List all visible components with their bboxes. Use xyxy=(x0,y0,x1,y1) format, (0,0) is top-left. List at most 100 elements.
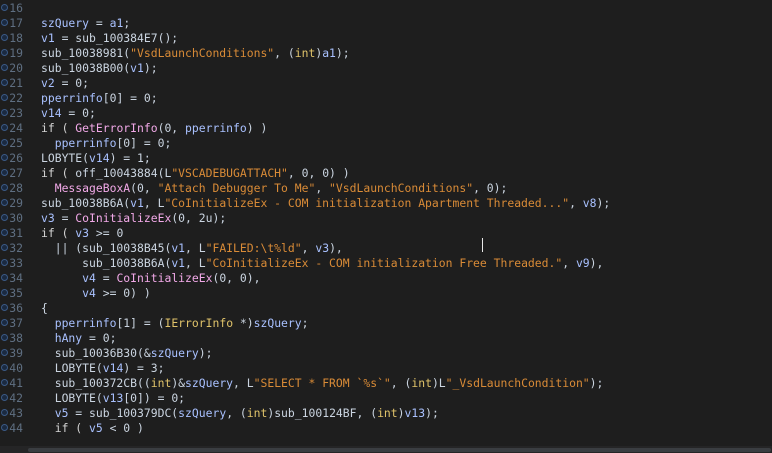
code-line[interactable]: 27 if ( off_10043884(L"VSCADEBUGATTACH", … xyxy=(0,166,772,181)
code-text: if ( v5 < 0 ) xyxy=(41,421,144,436)
code-text: hAny = 0; xyxy=(41,331,117,346)
code-token: , L xyxy=(143,196,165,210)
code-token: >= 0) ) xyxy=(95,286,151,300)
code-token: v1 xyxy=(130,61,144,75)
code-token: LOBYTE( xyxy=(41,391,103,405)
code-token: ; xyxy=(301,316,309,330)
line-number: 16 xyxy=(9,1,23,15)
code-line[interactable]: 37 pperrinfo[1] = (IErrorInfo *)szQuery; xyxy=(0,316,772,331)
code-token: ); xyxy=(596,196,611,210)
horizontal-scrollbar[interactable] xyxy=(0,446,772,453)
code-line[interactable]: 39 sub_10036B30(&szQuery); xyxy=(0,346,772,361)
code-token: CoInitializeEx xyxy=(116,271,213,285)
code-text: { xyxy=(41,301,48,316)
line-number: 27 xyxy=(9,166,23,180)
code-line[interactable]: 25 pperrinfo[0] = 0; xyxy=(0,136,772,151)
code-token: sub_10038B00( xyxy=(41,61,131,75)
code-token: , L xyxy=(185,256,206,270)
code-line[interactable]: 35 v4 >= 0) ) xyxy=(0,286,772,301)
code-line[interactable]: 31 if ( v3 >= 0 xyxy=(0,226,772,241)
code-token: int xyxy=(294,46,316,60)
code-token: { xyxy=(41,301,48,315)
code-token: int xyxy=(150,376,172,390)
code-text: sub_10038B6A(v1, L"CoInitializeEx - COM … xyxy=(41,196,610,211)
code-token: if ( xyxy=(41,121,76,135)
code-line[interactable]: 29 sub_10038B6A(v1, L"CoInitializeEx - CO… xyxy=(0,196,772,211)
scrollbar-thumb[interactable] xyxy=(28,448,771,452)
code-token: = xyxy=(89,16,110,30)
code-line[interactable]: 24 if ( GetErrorInfo(0, pperrinfo) ) xyxy=(0,121,772,136)
line-number: 21 xyxy=(9,76,23,90)
code-token: "SELECT * FROM `%s`" xyxy=(253,376,391,390)
pseudocode-editor[interactable]: 16 17 szQuery = a1; 18 v1 = sub_100384E7(); 1… xyxy=(0,0,772,453)
code-line[interactable]: 21 v2 = 0; xyxy=(0,76,772,91)
code-token: = xyxy=(95,271,117,285)
line-number: 39 xyxy=(9,346,23,360)
code-token: )sub_100124BF, ( xyxy=(267,406,378,420)
code-token: szQuery xyxy=(150,346,199,360)
code-text: v3 = CoInitializeEx(0, 2u); xyxy=(41,211,226,226)
code-token: ) xyxy=(397,406,405,420)
code-text: v14 = 0; xyxy=(41,106,96,121)
code-line[interactable]: 44 if ( v5 < 0 ) xyxy=(0,421,772,436)
code-line[interactable]: 18 v1 = sub_100384E7(); xyxy=(0,31,772,46)
code-text: sub_10038B00(v1); xyxy=(41,61,158,76)
code-token: , 0, 0) ) xyxy=(287,166,350,180)
code-line[interactable]: 16 xyxy=(0,1,772,16)
code-line[interactable]: 19 sub_10038981("VsdLaunchConditions", (i… xyxy=(0,46,772,61)
code-line[interactable]: 41 sub_100372CB((int)&szQuery, L"SELECT … xyxy=(0,376,772,391)
code-token: = sub_100384E7(); xyxy=(54,31,179,45)
code-token: sub_10038B6A( xyxy=(41,196,131,210)
code-token: v1 xyxy=(41,31,55,45)
line-number: 20 xyxy=(9,61,23,75)
code-token: pperrinfo xyxy=(41,91,103,105)
line-number: 17 xyxy=(9,16,23,30)
code-line[interactable]: 36 { xyxy=(0,301,772,316)
code-line[interactable]: 26 LOBYTE(v14) = 1; xyxy=(0,151,772,166)
code-line[interactable]: 34 v4 = CoInitializeEx(0, 0), xyxy=(0,271,772,286)
line-number: 29 xyxy=(9,196,23,210)
code-token: ) = 3; xyxy=(123,361,165,375)
code-line[interactable]: 28 MessageBoxA(0, "Attach Debugger To Me… xyxy=(0,181,772,196)
code-token: int xyxy=(411,376,432,390)
code-token: v1 xyxy=(171,256,186,270)
code-token: ); xyxy=(143,61,158,75)
line-number: 30 xyxy=(9,211,23,225)
code-line[interactable]: 42 LOBYTE(v13[0]) = 0; xyxy=(0,391,772,406)
code-token: ); xyxy=(335,46,350,60)
code-line[interactable]: 32 || (sub_10038B45(v1, L"FAILED:\t%ld",… xyxy=(0,241,772,256)
code-line[interactable]: 20 sub_10038B00(v1); xyxy=(0,61,772,76)
code-token: a1 xyxy=(109,16,124,30)
code-token: off_10043884(L xyxy=(75,166,172,180)
code-token: || (sub_10038B45( xyxy=(41,241,172,255)
code-line[interactable]: 43 v5 = sub_100379DC(szQuery, (int)sub_1… xyxy=(0,406,772,421)
code-line[interactable]: 38 hAny = 0; xyxy=(0,331,772,346)
line-number: 42 xyxy=(9,391,23,405)
line-number: 23 xyxy=(9,106,23,120)
code-line[interactable]: 22 pperrinfo[0] = 0; xyxy=(0,91,772,106)
code-text: LOBYTE(v13[0]) = 0; xyxy=(41,391,185,406)
code-line[interactable]: 40 LOBYTE(v14) = 3; xyxy=(0,361,772,376)
code-text: sub_10038981("VsdLaunchConditions", (int… xyxy=(41,46,350,61)
line-number: 41 xyxy=(9,376,23,390)
code-token: [1] = ( xyxy=(116,316,165,330)
code-line[interactable]: 33 sub_10038B6A(v1, L"CoInitializeEx - C… xyxy=(0,256,772,271)
code-token: pperrinfo xyxy=(54,316,117,330)
line-number: 19 xyxy=(9,46,23,60)
code-line[interactable]: 17 szQuery = a1; xyxy=(0,16,772,31)
code-token: GetErrorInfo xyxy=(75,121,158,135)
code-line[interactable]: 30 v3 = CoInitializeEx(0, 2u); xyxy=(0,211,772,226)
code-token: int xyxy=(377,406,398,420)
code-line[interactable]: 23 v14 = 0; xyxy=(0,106,772,121)
code-token: "Attach Debugger To Me" xyxy=(157,181,316,195)
code-token: LOBYTE( xyxy=(41,151,90,165)
code-token: , ( xyxy=(390,376,412,390)
code-token: [0] = 0; xyxy=(116,136,172,150)
code-token: sub_10038981( xyxy=(41,46,131,60)
code-text: if ( v3 >= 0 xyxy=(41,226,123,241)
